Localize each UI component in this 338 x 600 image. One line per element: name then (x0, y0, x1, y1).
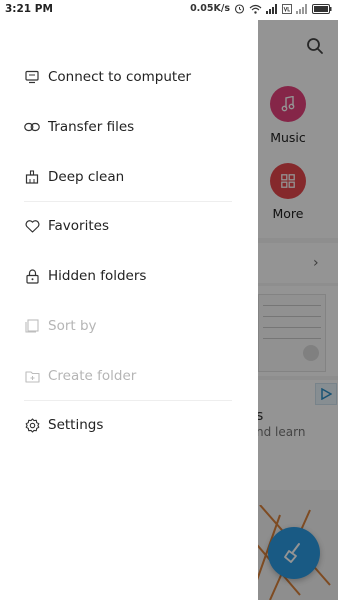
sort-icon (24, 318, 40, 334)
signal-icon (266, 3, 277, 14)
signal-icon (296, 3, 307, 14)
menu-settings[interactable]: Settings (0, 405, 258, 445)
broom-icon (24, 169, 40, 185)
menu-divider (24, 400, 232, 401)
menu-label: Transfer files (48, 119, 135, 135)
heart-icon (24, 218, 40, 234)
menu-label: Deep clean (48, 169, 125, 185)
lock-icon (24, 268, 40, 284)
volte-icon (282, 3, 292, 14)
menu-deep-clean[interactable]: Deep clean (0, 157, 258, 197)
menu-label: Sort by (48, 318, 97, 334)
status-time: 3:21 PM (5, 3, 53, 15)
menu-sort-by: Sort by (0, 306, 258, 346)
gear-icon (24, 417, 40, 433)
menu-connect-to-computer[interactable]: Connect to computer (0, 57, 258, 97)
menu-label: Settings (48, 417, 104, 433)
menu-label: Hidden folders (48, 268, 147, 284)
battery-icon (312, 3, 332, 14)
status-bar: 3:21 PM 0.05K/s (0, 0, 338, 20)
alarm-icon (234, 4, 245, 14)
wifi-icon (249, 4, 262, 14)
menu-create-folder: Create folder (0, 356, 258, 396)
menu-label: Create folder (48, 368, 137, 384)
network-speed: 0.05K/s (190, 3, 230, 14)
menu-transfer-files[interactable]: Transfer files (0, 107, 258, 147)
menu-favorites[interactable]: Favorites (0, 206, 258, 246)
monitor-icon (24, 69, 40, 85)
menu-divider (24, 201, 232, 202)
menu-label: Favorites (48, 218, 109, 234)
folder-plus-icon (24, 368, 40, 384)
menu-label: Connect to computer (48, 69, 192, 85)
menu-hidden-folders[interactable]: Hidden folders (0, 256, 258, 296)
link-icon (24, 119, 40, 135)
navigation-drawer: Connect to computer Transfer files Deep … (0, 0, 258, 600)
